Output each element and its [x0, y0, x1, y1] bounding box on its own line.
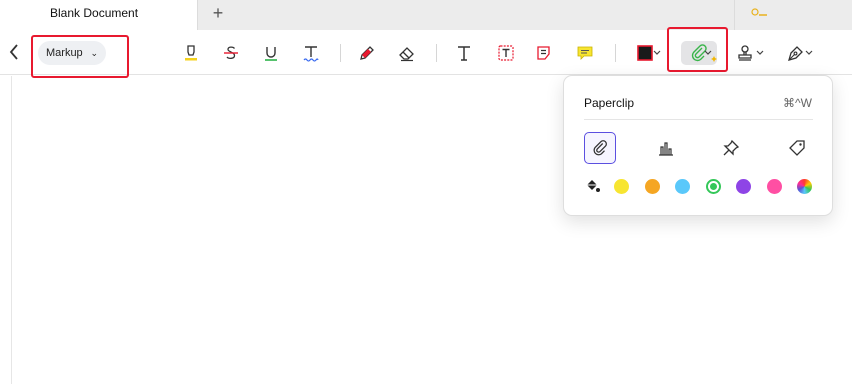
stamp-tool-button[interactable] — [733, 41, 757, 65]
selected-dot — [710, 183, 717, 190]
popover-title: Paperclip — [584, 96, 635, 110]
markup-toolbar: Markup ⌄ — [0, 27, 852, 78]
comment-icon — [577, 46, 593, 60]
new-tab-button[interactable]: + — [208, 4, 228, 24]
toolbar-separator — [340, 44, 341, 62]
text-box-tool-button[interactable] — [494, 41, 518, 65]
tag-icon — [789, 140, 805, 156]
note-tool-button[interactable] — [532, 41, 556, 65]
eraser-tool-button[interactable] — [395, 41, 419, 65]
graph-option[interactable] — [650, 132, 682, 164]
color-wheel-icon[interactable] — [797, 179, 812, 194]
note-icon — [537, 46, 550, 60]
highlighter-icon — [185, 45, 197, 61]
underline-tool-button[interactable] — [259, 41, 283, 65]
pen-nib-icon — [788, 46, 803, 61]
pencil-icon — [360, 46, 374, 60]
app-window: Blank Document + Markup ⌄ Paperclip ⌘^W — [0, 0, 852, 384]
tab-label: Blank Document — [50, 6, 139, 20]
squiggly-tool-button[interactable] — [299, 41, 323, 65]
chevron-down-icon[interactable] — [804, 43, 814, 61]
chevron-down-icon[interactable] — [755, 43, 765, 61]
paperclip-popover: Paperclip ⌘^W — [563, 75, 833, 216]
paint-bucket-icon[interactable] — [584, 178, 601, 195]
text-box-icon — [498, 45, 514, 61]
comment-tool-button[interactable] — [573, 41, 597, 65]
document-page-edge — [11, 76, 12, 384]
toolbar-separator — [615, 44, 616, 62]
strikethrough-tool-button[interactable] — [219, 41, 243, 65]
gift-icon[interactable] — [750, 6, 770, 20]
back-chevron-icon[interactable] — [6, 42, 22, 62]
popover-shortcut: ⌘^W — [783, 96, 812, 110]
color-swatch-pink[interactable] — [767, 179, 782, 194]
tag-option[interactable] — [781, 132, 813, 164]
color-swatch-yellow[interactable] — [614, 179, 629, 194]
bar-graph-icon — [659, 142, 673, 156]
tab-bar: Blank Document + — [0, 0, 852, 30]
highlight-frame-attachment — [667, 27, 728, 72]
paperclip-icon — [593, 140, 607, 156]
text-icon — [458, 46, 470, 61]
highlight-frame-markup — [31, 35, 129, 78]
color-swatch-blue[interactable] — [675, 179, 690, 194]
toolbar-separator — [436, 44, 437, 62]
pushpin-icon — [723, 139, 740, 156]
chevron-down-icon[interactable] — [652, 43, 662, 61]
squiggly-underline-icon — [303, 46, 319, 62]
text-tool-button[interactable] — [452, 41, 476, 65]
eraser-icon — [399, 47, 414, 62]
highlight-tool-button[interactable] — [179, 41, 203, 65]
tab-blank-document[interactable]: Blank Document — [0, 0, 198, 30]
pushpin-option[interactable] — [715, 132, 747, 164]
paperclip-option[interactable] — [584, 132, 616, 164]
color-square-icon — [637, 45, 653, 61]
color-swatch-orange[interactable] — [645, 179, 660, 194]
stamp-icon — [738, 45, 752, 61]
underline-icon — [265, 47, 277, 61]
strikethrough-icon — [224, 46, 238, 59]
color-swatch-green-selected[interactable] — [706, 179, 721, 194]
pencil-tool-button[interactable] — [355, 41, 379, 65]
color-swatch-purple[interactable] — [736, 179, 751, 194]
popover-divider — [584, 119, 813, 120]
